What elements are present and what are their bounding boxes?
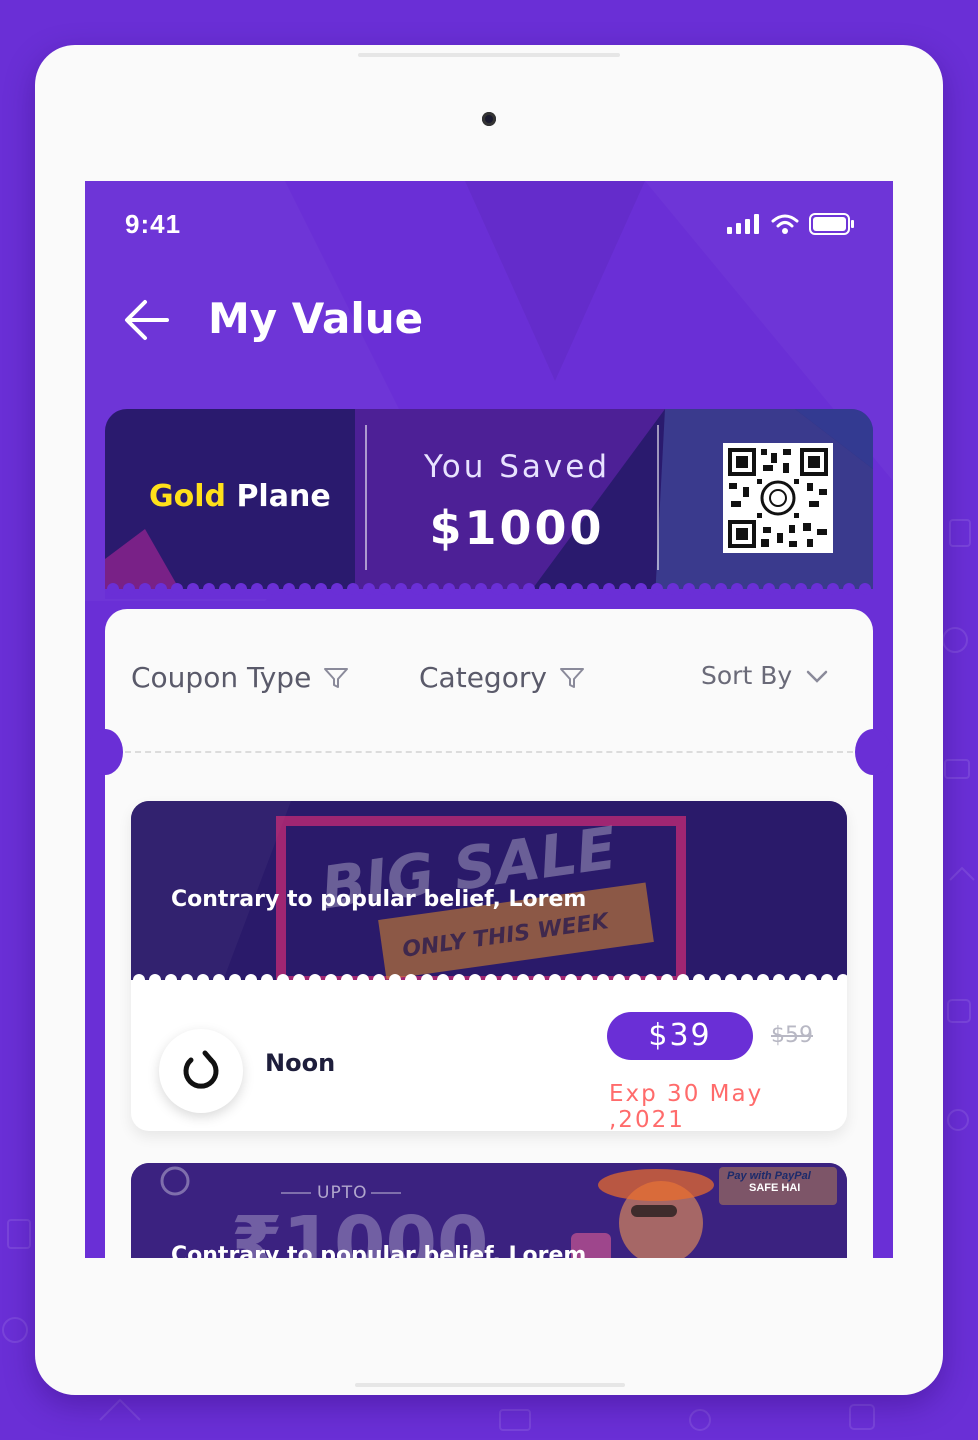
filter-funnel-icon <box>559 667 584 688</box>
brand-logo[interactable] <box>159 1029 243 1113</box>
cellular-signal-icon <box>727 214 759 234</box>
page-title: My Value <box>208 294 424 343</box>
dashed-separator <box>125 751 853 753</box>
plan-name-text: Plane <box>226 479 331 514</box>
coupon-card[interactable]: BIG SALE ONLY THIS WEEK Contrary to popu… <box>131 801 847 1131</box>
filter-funnel-icon <box>324 667 349 688</box>
coupon-card[interactable]: UPTO ₹1000 Contrary to popular belief, L… <box>131 1163 847 1258</box>
back-arrow-icon[interactable] <box>121 294 173 346</box>
paypal-badge: Pay with PayPal SAFE HAI <box>719 1167 837 1205</box>
coupon-scallop-edge <box>131 974 847 989</box>
battery-icon <box>809 213 854 235</box>
tablet-top-edge <box>358 53 620 57</box>
wifi-icon <box>771 214 799 234</box>
saved-amount: $1000 <box>429 501 605 555</box>
tablet-frame: 9:41 My Value Gold Plane You Saved $1000… <box>35 45 943 1395</box>
status-bar: 9:41 <box>85 181 893 266</box>
plan-gold-text: Gold <box>149 479 226 514</box>
expiry-date: Exp 30 May ,2021 <box>609 1081 764 1131</box>
brand-name: Noon <box>265 1049 336 1077</box>
plan-label: Gold Plane <box>149 479 331 514</box>
savings-card-scallop-edge <box>105 583 873 599</box>
price-button[interactable]: $39 <box>607 1012 753 1060</box>
chevron-down-icon <box>806 670 828 683</box>
sort-by-label: Sort By <box>701 661 793 690</box>
app-header: My Value <box>85 276 893 366</box>
status-icons <box>727 213 855 235</box>
tablet-bottom-edge <box>355 1383 625 1387</box>
sort-by-dropdown[interactable]: Sort By <box>701 661 830 690</box>
original-price: $59 <box>771 1023 813 1048</box>
ticket-notch-left <box>87 729 123 775</box>
noon-logo-icon <box>183 1050 219 1089</box>
savings-card: Gold Plane You Saved $1000 <box>105 409 873 599</box>
coupon-type-filter[interactable]: Coupon Type <box>131 661 349 694</box>
paypal-badge-line1: Pay with PayPal <box>727 1170 811 1182</box>
category-filter-label: Category <box>419 661 547 694</box>
qr-code[interactable] <box>723 443 833 553</box>
filter-bar: Coupon Type Category Sort By <box>105 609 873 749</box>
category-filter[interactable]: Category <box>419 661 585 694</box>
front-camera <box>482 112 496 126</box>
app-screen: 9:41 My Value Gold Plane You Saved $1000… <box>85 181 893 1258</box>
savings-divider <box>657 425 659 570</box>
coupon-banner-text: Contrary to popular belief, Lorem <box>171 887 587 912</box>
ticket-notch-right <box>855 729 891 775</box>
coupon-banner[interactable]: BIG SALE ONLY THIS WEEK Contrary to popu… <box>131 801 847 986</box>
coupon-banner-text: Contrary to popular belief, Lorem <box>171 1243 587 1258</box>
saved-caption: You Saved <box>423 449 611 485</box>
upto-label: UPTO <box>317 1183 368 1203</box>
status-time: 9:41 <box>125 209 182 239</box>
coupons-panel: Coupon Type Category Sort By BIG SALE ON… <box>87 609 891 1258</box>
paypal-badge-line2: SAFE HAI <box>749 1182 801 1194</box>
coupon-type-filter-label: Coupon Type <box>131 661 312 694</box>
